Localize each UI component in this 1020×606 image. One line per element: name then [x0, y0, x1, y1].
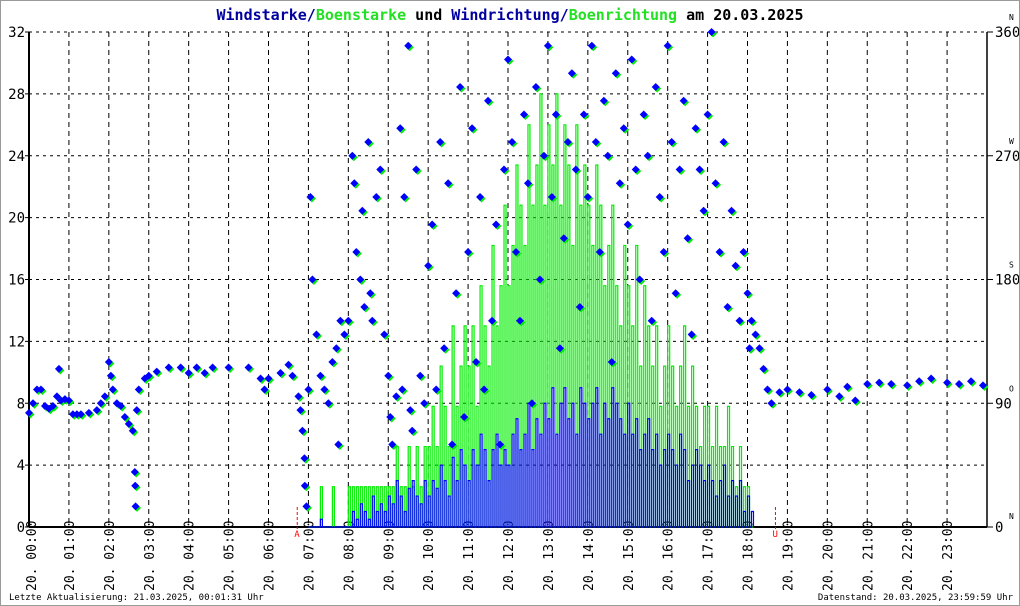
x-tick-label: 20. 04:00 — [183, 521, 198, 591]
x-tick-label: 20. 11:00 — [462, 521, 477, 591]
y-tick-label-left: 16 — [8, 273, 25, 289]
y-tick-label-left: 32 — [8, 25, 25, 41]
x-tick-label: 20. 19:00 — [781, 521, 796, 591]
gust-speed-line — [308, 93, 754, 528]
y-tick-label-right: 0 — [995, 520, 1003, 536]
plot-area: 0481216202428320N90O180S270W360N20. 00:0… — [8, 13, 1019, 591]
data-status: Datenstand: 20.03.2025, 23:59:59 Uhr — [817, 593, 1013, 603]
marker-label-U: U — [772, 530, 777, 540]
compass-label: N — [1009, 512, 1014, 521]
x-tick-label: 20. 22:00 — [901, 521, 916, 591]
y-tick-label-left: 28 — [8, 87, 25, 103]
y-tick-label-left: 12 — [8, 334, 25, 350]
y-tick-label-left: 20 — [8, 211, 25, 227]
y-tick-label-left: 8 — [17, 396, 25, 412]
compass-label: N — [1009, 13, 1014, 22]
y-tick-label-right: 360 — [995, 25, 1019, 41]
x-tick-label: 20. 16:00 — [662, 521, 677, 591]
x-tick-label: 20. 09:00 — [382, 521, 397, 591]
y-tick-label-right: 270 — [995, 149, 1019, 165]
x-tick-label: 20. 08:00 — [342, 521, 357, 591]
x-tick-label: 20. 07:00 — [302, 521, 317, 591]
y-tick-label-right: 180 — [995, 273, 1019, 289]
x-tick-label: 20. 13:00 — [542, 521, 557, 591]
x-tick-label: 20. 12:00 — [502, 521, 517, 591]
x-tick-label: 20. 23:00 — [941, 521, 956, 591]
compass-label: W — [1009, 137, 1014, 146]
y-tick-label-right: 90 — [995, 396, 1012, 412]
x-tick-label: 20. 21:00 — [861, 521, 876, 591]
x-tick-label: 20. 03:00 — [143, 521, 158, 591]
x-tick-label: 20. 18:00 — [742, 521, 757, 591]
x-tick-label: 20. 05:00 — [223, 521, 238, 591]
x-tick-label: 20. 10:00 — [422, 521, 437, 591]
x-tick-label: 20. 01:00 — [63, 521, 78, 591]
x-tick-label: 20. 20:00 — [821, 521, 836, 591]
y-tick-label-left: 4 — [17, 458, 25, 474]
x-tick-label: 20. 17:00 — [702, 521, 717, 591]
x-tick-label: 20. 00:00 — [25, 521, 40, 591]
marker-label-A: A — [294, 530, 300, 540]
x-tick-label: 20. 06:00 — [263, 521, 278, 591]
y-tick-label-left: 0 — [17, 520, 25, 536]
compass-label: S — [1009, 261, 1014, 270]
wind-speed-line — [308, 387, 755, 528]
x-tick-label: 20. 14:00 — [582, 521, 597, 591]
chart-window: Windstarke/Boenstarke und Windrichtung/B… — [0, 0, 1020, 606]
y-tick-label-left: 24 — [8, 149, 25, 165]
x-tick-label: 20. 15:00 — [622, 521, 637, 591]
last-update: Letzte Aktualisierung: 21.03.2025, 00:01… — [9, 593, 264, 603]
compass-label: O — [1009, 384, 1014, 393]
x-tick-label: 20. 02:00 — [103, 521, 118, 591]
